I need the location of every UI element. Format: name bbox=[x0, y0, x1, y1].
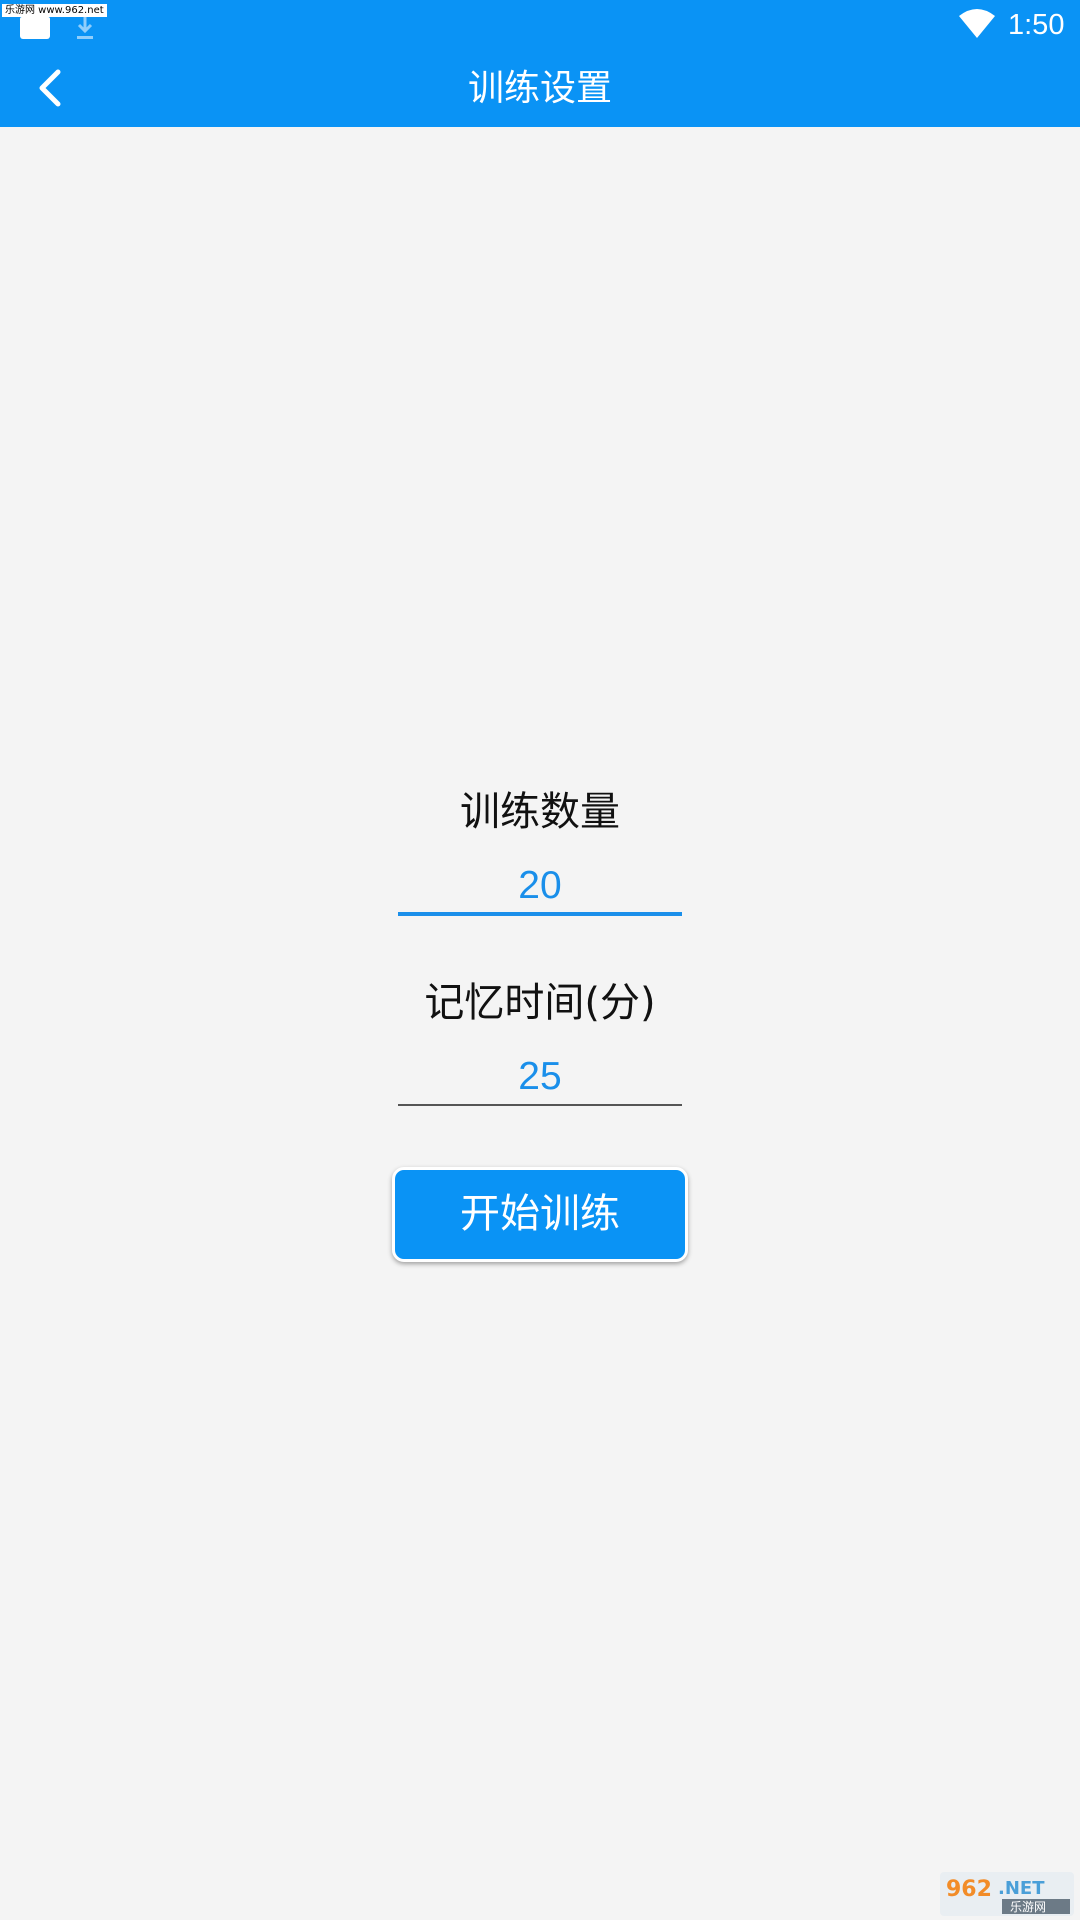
status-time: 1:50 bbox=[1008, 9, 1065, 41]
training-settings-screen: 乐游网 www.962.net 1:50 训练设置 训练数量 记忆时间(分) 开… bbox=[0, 0, 1080, 1920]
memory-time-input[interactable] bbox=[398, 1050, 682, 1106]
app-bar: 训练设置 bbox=[0, 50, 1080, 127]
memory-time-label: 记忆时间(分) bbox=[424, 980, 656, 1026]
svg-text:962: 962 bbox=[946, 1877, 992, 1902]
wifi-icon bbox=[959, 9, 995, 38]
notification-icon bbox=[20, 17, 50, 39]
watermark-logo: 962 .NET 乐游网 bbox=[940, 1872, 1074, 1916]
back-button[interactable] bbox=[22, 58, 78, 118]
start-training-button[interactable]: 开始训练 bbox=[392, 1167, 688, 1262]
page-title: 训练设置 bbox=[467, 68, 612, 109]
download-icon bbox=[77, 17, 93, 39]
chevron-left-icon bbox=[39, 69, 61, 107]
svg-text:.NET: .NET bbox=[998, 1878, 1045, 1899]
svg-text:乐游网: 乐游网 bbox=[1010, 1900, 1046, 1914]
training-count-label: 训练数量 bbox=[460, 789, 620, 835]
status-bar: 乐游网 www.962.net 1:50 bbox=[0, 0, 1080, 50]
training-count-input[interactable] bbox=[398, 860, 682, 916]
top-bar: 乐游网 www.962.net 1:50 训练设置 bbox=[0, 0, 1080, 127]
